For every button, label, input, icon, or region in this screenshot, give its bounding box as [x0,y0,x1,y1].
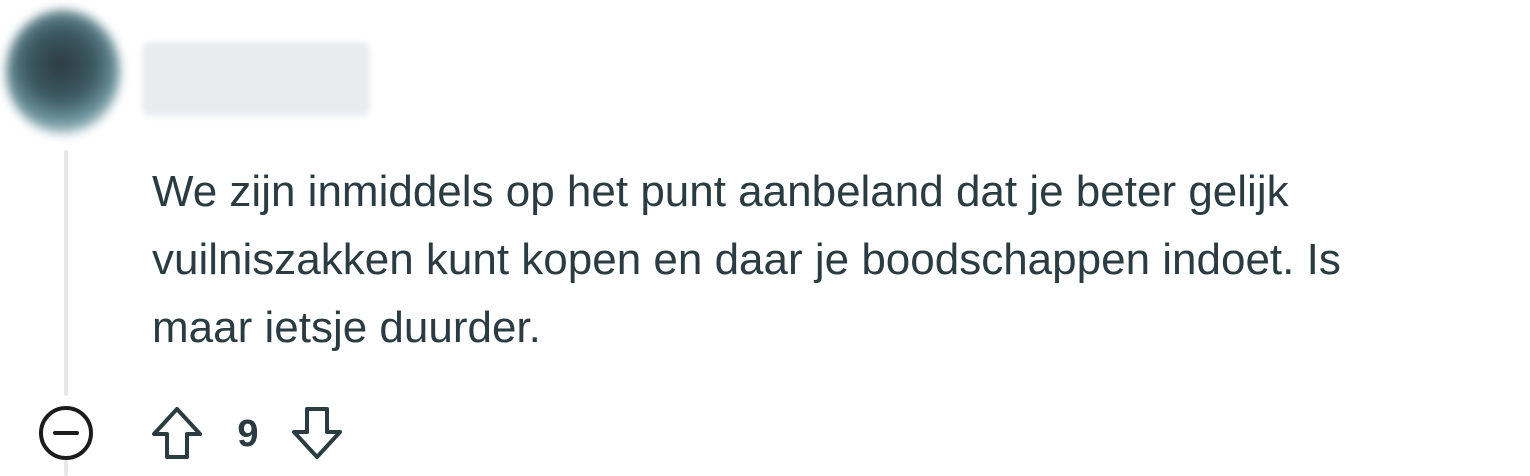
comment-body: We zijn inmiddels op het punt aanbeland … [152,158,1530,362]
comment-line: We zijn inmiddels op het punt aanbeland … [152,167,1289,216]
vote-count: 9 [237,413,259,455]
comment-line: vuilniszakken kunt kopen en daar je bood… [152,235,1341,284]
downvote-button[interactable] [288,404,346,462]
arrow-down-icon [292,407,342,459]
upvote-button[interactable] [148,404,206,462]
minus-circle-icon [39,406,93,460]
comment-line: maar ietsje duurder. [152,303,541,352]
arrow-up-icon [152,407,202,459]
thread-line[interactable] [64,150,68,396]
author-name[interactable] [142,42,370,116]
avatar[interactable] [6,10,120,134]
thread-line-continuation[interactable] [64,460,68,476]
collapse-thread-button[interactable] [38,405,94,461]
